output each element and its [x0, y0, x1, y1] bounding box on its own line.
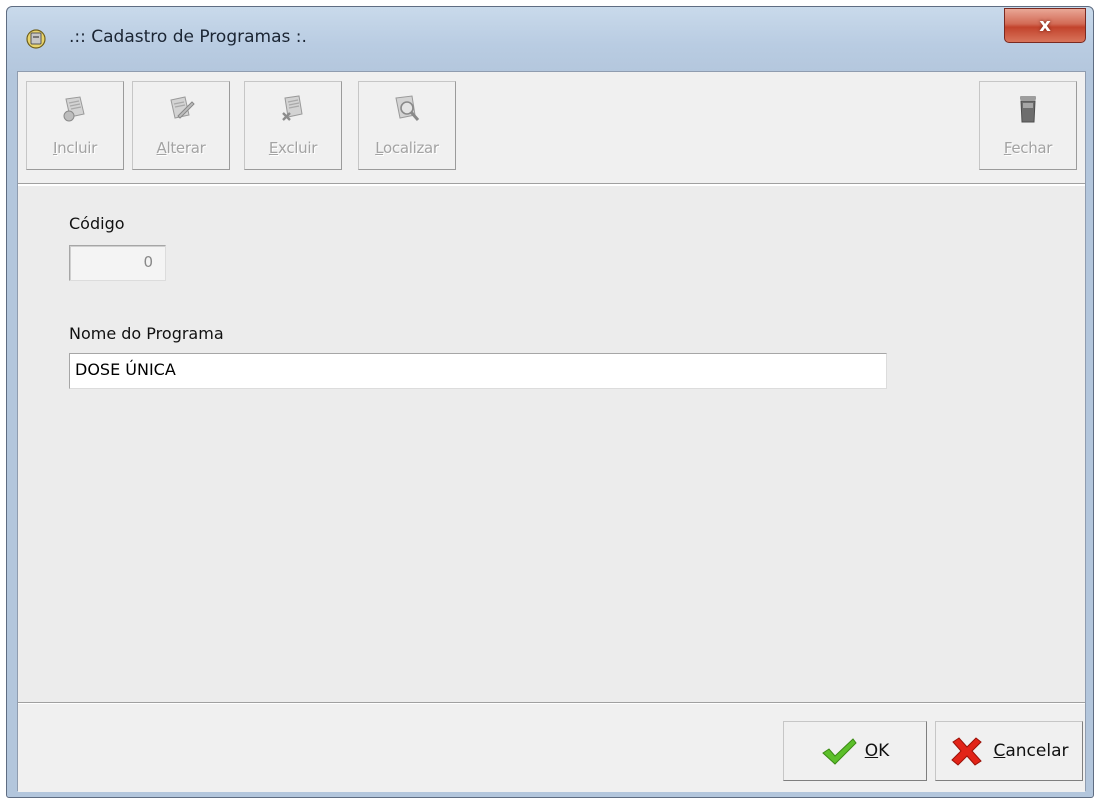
close-button[interactable]: x: [1004, 8, 1086, 43]
checkmark-icon: [821, 738, 857, 765]
alterar-label: Alterar: [156, 139, 206, 157]
trash-bin-icon: [1020, 96, 1036, 123]
window-title: .:: Cadastro de Programas :.: [69, 27, 307, 47]
excluir-button[interactable]: Excluir: [244, 81, 342, 170]
incluir-label: Incluir: [52, 139, 98, 157]
cross-icon: [951, 737, 983, 766]
cancel-label: Cancelar: [993, 741, 1069, 761]
footer-bar: OK Cancelar: [18, 702, 1085, 792]
ok-button[interactable]: OK: [783, 721, 927, 781]
close-icon: x: [1039, 14, 1051, 36]
app-icon: [26, 29, 46, 49]
cancel-button[interactable]: Cancelar: [935, 721, 1083, 781]
search-document-icon: [395, 95, 420, 121]
toolbar: Incluir Alterar Excluir Localizar Fechar: [18, 72, 1085, 186]
nome-programa-label: Nome do Programa: [69, 324, 224, 343]
incluir-button[interactable]: Incluir: [26, 81, 124, 170]
edit-document-icon: [170, 96, 195, 119]
nome-programa-input[interactable]: DOSE ÚNICA: [69, 353, 887, 389]
fechar-button[interactable]: Fechar: [979, 81, 1077, 170]
delete-document-icon: [282, 95, 303, 121]
localizar-button[interactable]: Localizar: [358, 81, 456, 170]
title-bar[interactable]: .:: Cadastro de Programas :. x: [7, 7, 1093, 71]
codigo-field: 0: [69, 245, 166, 281]
dialog-window: .:: Cadastro de Programas :. x Incluir A…: [6, 6, 1094, 798]
form-area: Código 0 Nome do Programa DOSE ÚNICA: [18, 186, 1085, 701]
excluir-label: Excluir: [268, 139, 318, 157]
localizar-label: Localizar: [375, 139, 439, 157]
fechar-label: Fechar: [1003, 139, 1053, 157]
client-area: Incluir Alterar Excluir Localizar Fechar…: [17, 71, 1086, 792]
ok-label: OK: [864, 741, 890, 761]
add-document-icon: [63, 96, 85, 122]
codigo-label: Código: [69, 214, 125, 233]
alterar-button[interactable]: Alterar: [132, 81, 230, 170]
